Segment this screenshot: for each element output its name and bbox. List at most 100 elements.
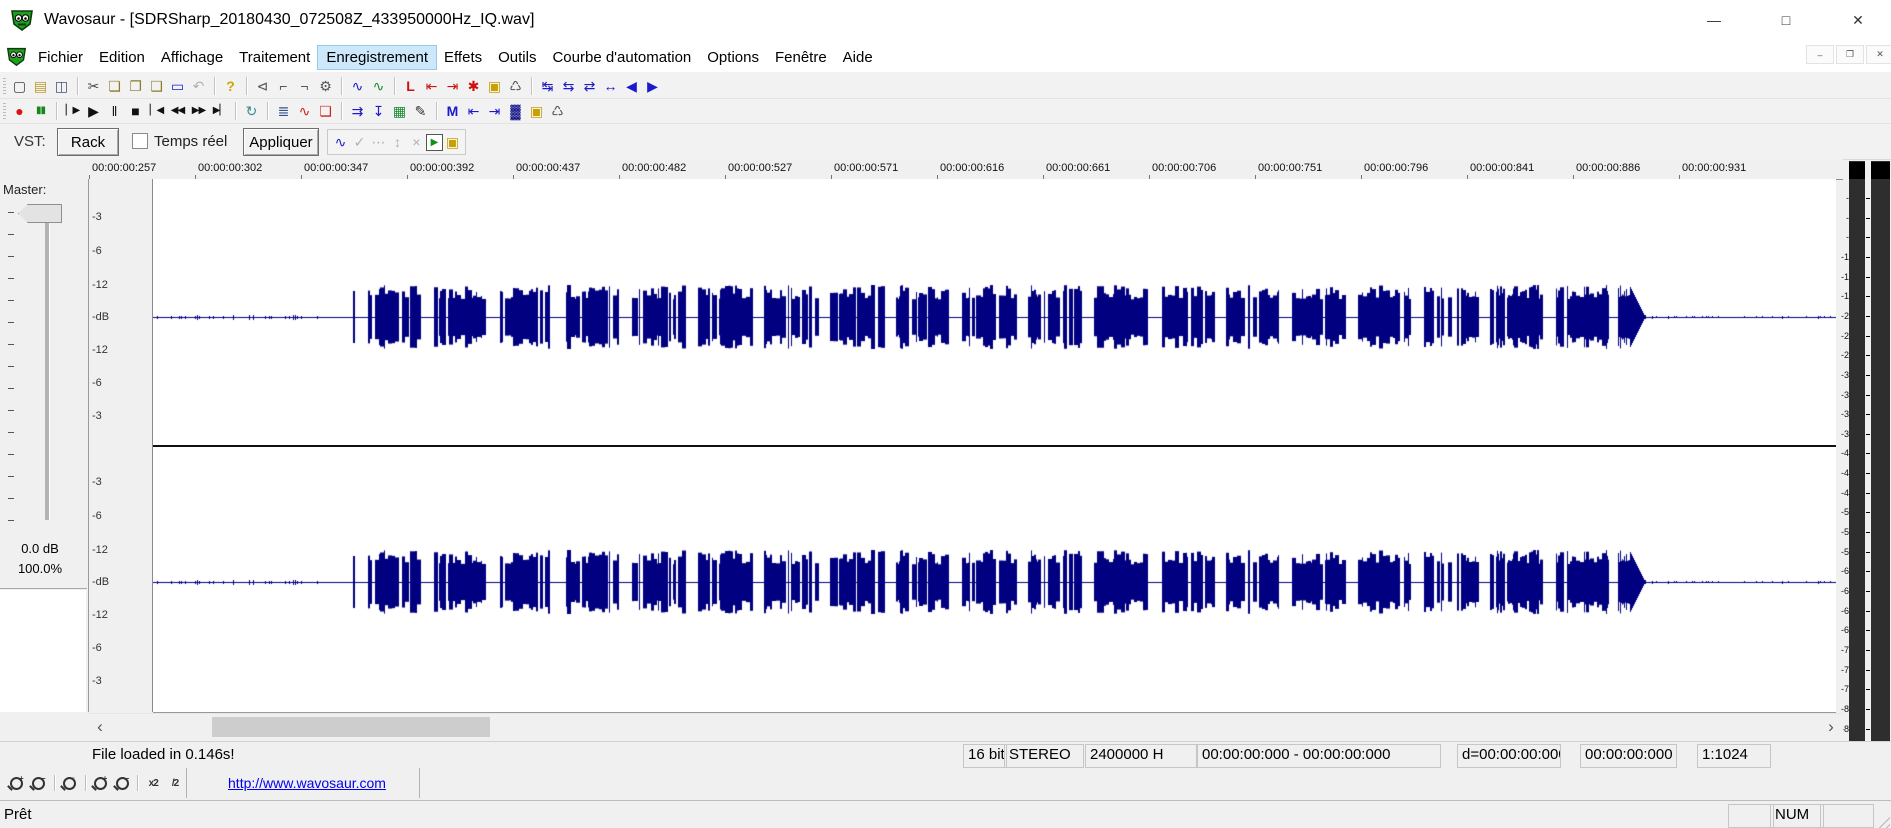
master-fader-handle[interactable] xyxy=(18,204,62,223)
marker-lock-icon[interactable]: ▣ xyxy=(484,76,505,96)
curve-delete-icon[interactable]: × xyxy=(407,132,426,152)
paste-icon[interactable]: ❐ xyxy=(125,76,146,96)
zoom-wave-all-icon[interactable]: ⇄ xyxy=(579,76,600,96)
zoom-wave-in-icon[interactable]: ↹ xyxy=(537,76,558,96)
vu-meter-icon[interactable]: ▮▮ xyxy=(30,101,51,121)
mdi-close-button[interactable]: ✕ xyxy=(1866,45,1891,64)
wave-invert-icon[interactable]: ▓ xyxy=(505,101,526,121)
vst-apply-button[interactable]: Appliquer xyxy=(243,128,319,156)
speaker-icon[interactable]: ⊲ xyxy=(252,76,273,96)
cut-icon[interactable]: ✂ xyxy=(83,76,104,96)
rewind-icon[interactable]: ◀◀ xyxy=(167,101,188,121)
pencil-edit-icon[interactable]: ✎ xyxy=(410,101,431,121)
menu-aide[interactable]: Aide xyxy=(835,46,881,69)
marker-next-icon[interactable]: ⇥ xyxy=(442,76,463,96)
loop-icon[interactable]: ↻ xyxy=(241,101,262,121)
go-start-icon[interactable]: ▏◀ xyxy=(146,101,167,121)
mdi-minimize-button[interactable]: – xyxy=(1806,45,1834,64)
curve-lock-icon[interactable]: ▣ xyxy=(443,132,462,152)
resize-grip[interactable] xyxy=(1874,812,1890,828)
marker-drop-icon[interactable]: L xyxy=(400,76,421,96)
menu-affichage[interactable]: Affichage xyxy=(153,46,231,69)
zoom-wave-fit-icon[interactable]: ↔ xyxy=(600,76,621,96)
menu-outils[interactable]: Outils xyxy=(490,46,544,69)
crop-icon[interactable]: ▭ xyxy=(167,76,188,96)
save-file-icon[interactable]: ◫ xyxy=(51,76,72,96)
wave-fit-icon[interactable]: ∿ xyxy=(347,76,368,96)
curve-scale-icon[interactable]: ↕ xyxy=(388,132,407,152)
zoom-half-icon[interactable]: /2 xyxy=(164,774,186,792)
stats-wave-icon[interactable]: ∿ xyxy=(294,101,315,121)
view-next-icon[interactable]: ▶ xyxy=(642,76,663,96)
marker-m-prev-icon[interactable]: ⇤ xyxy=(463,101,484,121)
cable-2-icon[interactable]: ¬ xyxy=(294,76,315,96)
curve-apply-icon[interactable]: ✓ xyxy=(350,132,369,152)
curve-play-icon[interactable]: ▶ xyxy=(426,134,443,151)
wavosaur-link[interactable]: http://www.wavosaur.com xyxy=(228,775,386,791)
scroll-right-button[interactable]: › xyxy=(1819,714,1843,740)
marker-all-icon[interactable]: ✱ xyxy=(463,76,484,96)
play-icon[interactable]: ▶ xyxy=(83,101,104,121)
minimize-button[interactable]: — xyxy=(1691,5,1737,35)
go-end-icon[interactable]: ▶▏ xyxy=(209,101,230,121)
marker-delete-icon[interactable]: ♺ xyxy=(505,76,526,96)
wave-select-icon[interactable]: ∿ xyxy=(368,76,389,96)
trash-icon[interactable]: ♺ xyxy=(547,101,568,121)
close-button[interactable]: ✕ xyxy=(1835,5,1881,35)
stop-icon[interactable]: ■ xyxy=(125,101,146,121)
window-title: Wavosaur - [SDRSharp_20180430_072508Z_43… xyxy=(44,11,534,29)
zoom-selection-icon[interactable]: ▫ xyxy=(59,774,81,792)
wave-channels-icon[interactable]: ⇉ xyxy=(347,101,368,121)
master-fader-track[interactable] xyxy=(45,206,50,520)
mdi-restore-button[interactable]: ❐ xyxy=(1836,45,1864,64)
curve-points-icon[interactable]: ⋯ xyxy=(369,132,388,152)
toolbar-grip-icon xyxy=(3,78,6,94)
record-icon[interactable]: ● xyxy=(9,101,30,121)
time-ruler[interactable]: 00:00:00:25700:00:00:30200:00:00:34700:0… xyxy=(0,159,1843,180)
zoom-vertical-in-icon[interactable]: + xyxy=(90,774,112,792)
paste-new-icon[interactable]: ❑ xyxy=(146,76,167,96)
copy-icon[interactable]: ❏ xyxy=(104,76,125,96)
zoom-in-icon[interactable]: + xyxy=(6,774,28,792)
zoom-x2-icon[interactable]: x2 xyxy=(142,774,164,792)
menu-enregistrement[interactable]: Enregistrement xyxy=(318,46,436,69)
play-from-cursor-icon[interactable]: ▏▶ xyxy=(62,101,83,121)
marker-m-next-icon[interactable]: ⇥ xyxy=(484,101,505,121)
menu-fen-tre[interactable]: Fenêtre xyxy=(767,46,835,69)
insert-wave-icon[interactable]: ≣ xyxy=(273,101,294,121)
ruler-timestamp: 00:00:00:751 xyxy=(1258,162,1322,174)
automation-curve-icon[interactable]: ∿ xyxy=(331,132,350,152)
menu-fichier[interactable]: Fichier xyxy=(30,46,91,69)
wave-grid-icon[interactable]: ▦ xyxy=(389,101,410,121)
cable-icon[interactable]: ⌐ xyxy=(273,76,294,96)
ruler-timestamp: 00:00:00:886 xyxy=(1576,162,1640,174)
forward-icon[interactable]: ▶▶ xyxy=(188,101,209,121)
horizontal-scrollbar[interactable]: ‹ › xyxy=(88,713,1843,740)
lock-icon[interactable]: ▣ xyxy=(526,101,547,121)
pause-icon[interactable]: ‖ xyxy=(104,101,125,121)
open-folder-icon[interactable]: ▤ xyxy=(30,76,51,96)
status-bar: File loaded in 0.146s! 16 bitSTEREO24000… xyxy=(0,741,1891,769)
menu-traitement[interactable]: Traitement xyxy=(231,46,318,69)
marker-m-icon[interactable]: M xyxy=(442,101,463,121)
menu-options[interactable]: Options xyxy=(699,46,767,69)
wrench-icon[interactable]: ⚙ xyxy=(315,76,336,96)
zoom-vertical-out-icon[interactable]: − xyxy=(111,774,133,792)
maximize-button[interactable]: □ xyxy=(1763,5,1809,35)
menu-courbe-d-automation[interactable]: Courbe d'automation xyxy=(544,46,699,69)
wave-normalize-icon[interactable]: ↧ xyxy=(368,101,389,121)
scrollbar-thumb[interactable] xyxy=(212,717,490,737)
menu-effets[interactable]: Effets xyxy=(436,46,490,69)
undo-icon[interactable]: ↶ xyxy=(188,76,209,96)
view-prev-icon[interactable]: ◀ xyxy=(621,76,642,96)
scroll-left-button[interactable]: ‹ xyxy=(88,714,112,740)
menu-edition[interactable]: Edition xyxy=(91,46,153,69)
marker-prev-icon[interactable]: ⇤ xyxy=(421,76,442,96)
realtime-checkbox[interactable] xyxy=(132,133,148,149)
new-file-icon[interactable]: ▢ xyxy=(9,76,30,96)
vst-rack-button[interactable]: Rack xyxy=(57,128,119,156)
copy-doc-icon[interactable]: ❏ xyxy=(315,101,336,121)
zoom-wave-sel-icon[interactable]: ⇆ xyxy=(558,76,579,96)
zoom-out-icon[interactable]: − xyxy=(28,774,50,792)
help-icon[interactable]: ? xyxy=(220,76,241,96)
